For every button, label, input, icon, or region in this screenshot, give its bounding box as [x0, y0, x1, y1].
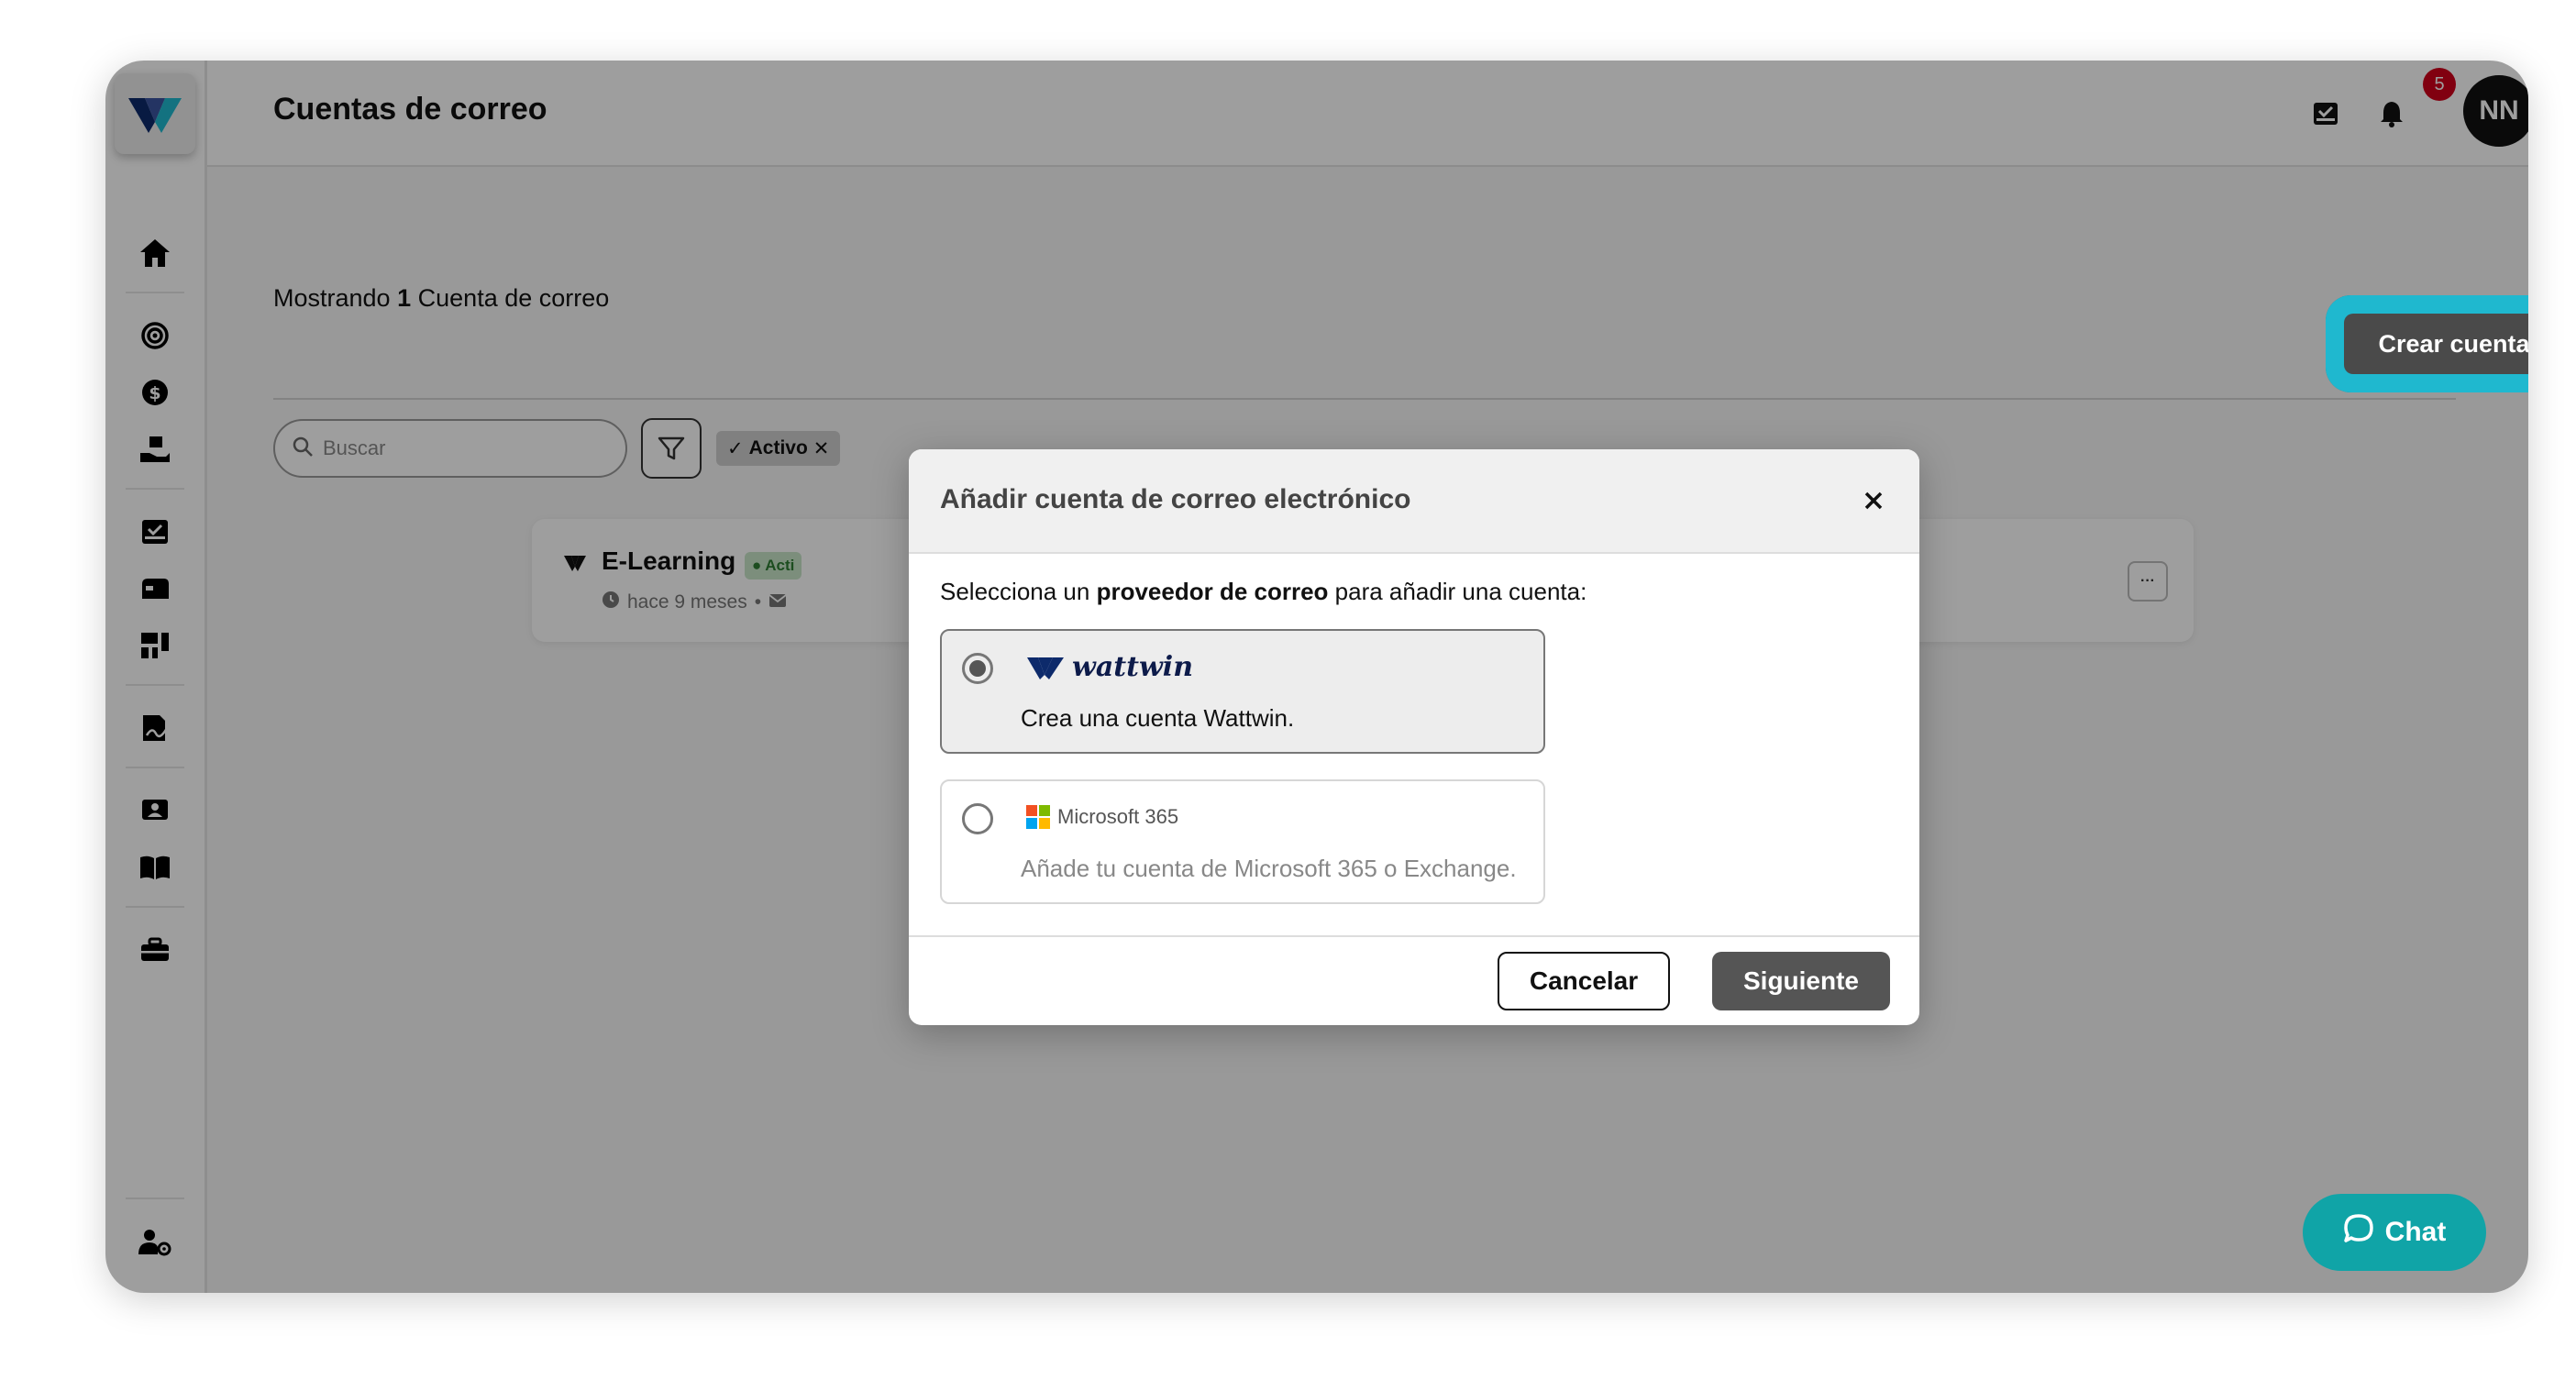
modal-header: Añadir cuenta de correo electrónico [909, 449, 1919, 554]
intro-bold: proveedor de correo [1096, 578, 1329, 605]
microsoft-description: Añade tu cuenta de Microsoft 365 o Excha… [1021, 855, 1517, 882]
chat-label: Chat [2384, 1217, 2447, 1247]
modal-title: Añadir cuenta de correo electrónico [940, 484, 1411, 514]
chat-icon [2343, 1213, 2374, 1252]
chat-button[interactable]: Chat [2303, 1194, 2486, 1271]
microsoft-logo-icon [1026, 805, 1050, 829]
app-window: $ Cuentas de correo 5 NN Mostrando 1 Cue… [105, 61, 2528, 1293]
wattwin-description: Crea una cuenta Wattwin. [1021, 704, 1295, 732]
provider-option-wattwin[interactable]: wattwin Crea una cuenta Wattwin. [940, 629, 1545, 754]
cancel-button[interactable]: Cancelar [1498, 952, 1670, 1010]
modal-footer-divider [909, 935, 1919, 937]
provider-option-microsoft[interactable]: Microsoft 365 Añade tu cuenta de Microso… [940, 779, 1545, 904]
intro-suffix: para añadir una cuenta: [1334, 578, 1587, 605]
wattwin-logo: wattwin [1026, 651, 1193, 683]
microsoft-brand: Microsoft 365 [1057, 805, 1179, 828]
modal-instructions: Selecciona un proveedor de correo para a… [940, 578, 1587, 606]
wattwin-brand: wattwin [1072, 651, 1194, 683]
create-account-button-highlight[interactable]: Crear cuenta [2344, 314, 2528, 374]
radio-microsoft[interactable] [962, 803, 993, 834]
microsoft-logo: Microsoft 365 [1026, 805, 1178, 829]
intro-prefix: Selecciona un [940, 578, 1090, 605]
close-icon[interactable] [1855, 482, 1892, 519]
wattwin-logo-icon [1027, 657, 1064, 679]
radio-wattwin[interactable] [962, 653, 993, 684]
add-email-account-modal: Añadir cuenta de correo electrónico Sele… [909, 449, 1919, 1025]
next-button[interactable]: Siguiente [1712, 952, 1890, 1010]
